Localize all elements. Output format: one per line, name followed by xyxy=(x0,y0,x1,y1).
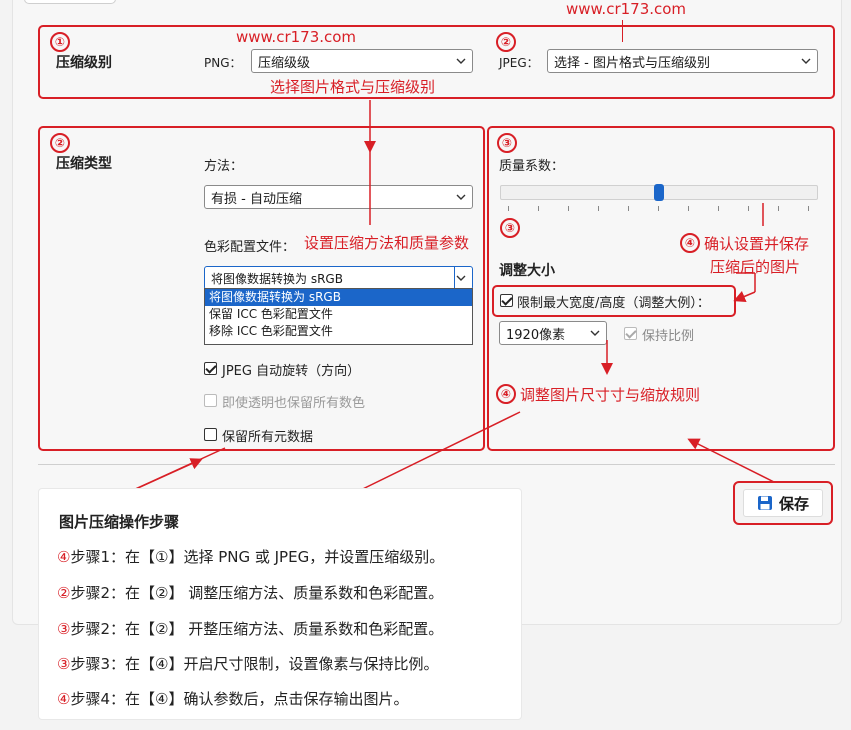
step-1: ④步骤1：在【①】选择 PNG 或 JPEG，并设置压缩级别。 xyxy=(57,546,444,567)
floppy-disk-icon xyxy=(757,496,772,510)
step-2: ②步骤2：在【②】 调整压缩方法、质量系数和色彩配置。 xyxy=(57,582,443,603)
save-highlight: 保存 xyxy=(733,481,833,525)
step-5-num: ④ xyxy=(57,690,71,708)
step-2-text: 步骤2：在【②】 调整压缩方法、质量系数和色彩配置。 xyxy=(70,584,444,602)
steps-title: 图片压缩操作步骤 xyxy=(59,513,180,531)
step-3: ③步骤2：在【②】 开整压缩方法、质量系数和色彩配置。 xyxy=(57,618,443,639)
step-1-num: ④ xyxy=(57,548,71,566)
step-4: ③步骤3：在【④】开启尺寸限制，设置像素与保持比例。 xyxy=(57,653,438,674)
step-5: ④步骤4：在【④】确认参数后，点击保存输出图片。 xyxy=(57,688,408,709)
step-3-num: ③ xyxy=(57,620,71,638)
step-2-num: ② xyxy=(57,584,71,602)
steps-panel: 图片压缩操作步骤 ④步骤1：在【①】选择 PNG 或 JPEG，并设置压缩级别。… xyxy=(38,488,522,720)
save-label: 保存 xyxy=(778,494,809,513)
save-button[interactable]: 保存 xyxy=(743,489,823,517)
step-5-text: 步骤4：在【④】确认参数后，点击保存输出图片。 xyxy=(70,690,409,708)
step-1-text: 步骤1：在【①】选择 PNG 或 JPEG，并设置压缩级别。 xyxy=(70,548,445,566)
step-4-num: ③ xyxy=(57,655,71,673)
step-4-text: 步骤3：在【④】开启尺寸限制，设置像素与保持比例。 xyxy=(70,655,439,673)
step-3-text: 步骤2：在【②】 开整压缩方法、质量系数和色彩配置。 xyxy=(70,620,444,638)
